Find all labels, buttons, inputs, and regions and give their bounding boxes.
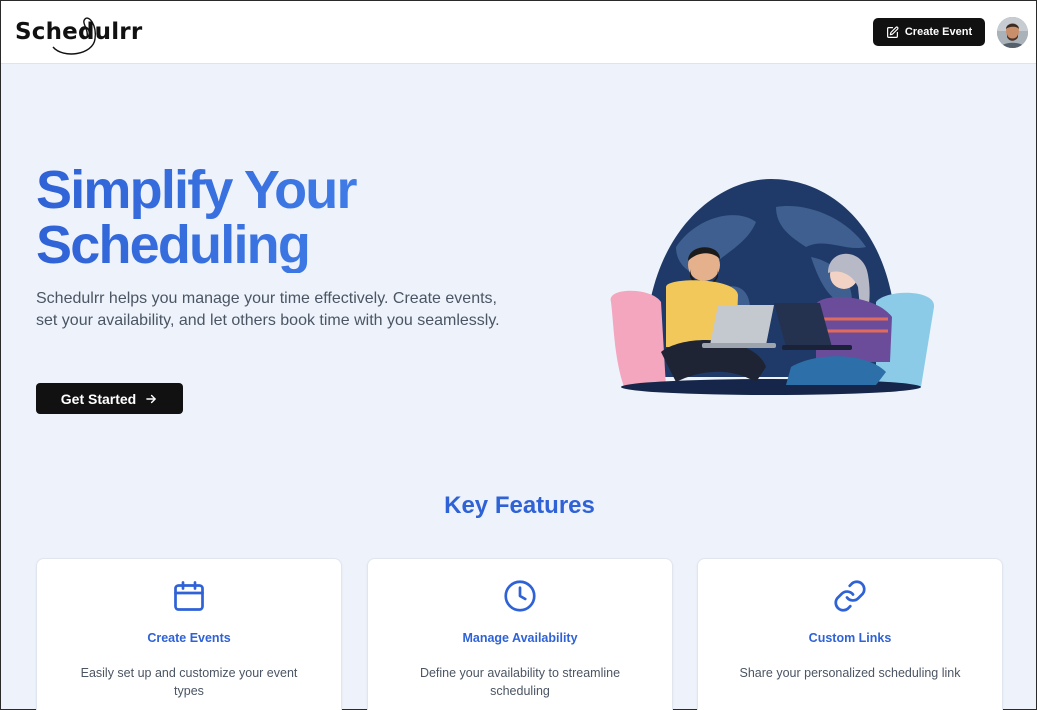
feature-title: Create Events bbox=[147, 631, 231, 645]
feature-title: Custom Links bbox=[808, 631, 892, 645]
calendar-icon bbox=[174, 581, 204, 611]
hero-title-line1: Simplify Your bbox=[36, 160, 356, 220]
logo-swirl-icon bbox=[52, 17, 97, 55]
logo[interactable]: Schedulrr bbox=[15, 13, 142, 55]
clock-icon bbox=[504, 580, 536, 612]
get-started-button[interactable]: Get Started bbox=[36, 383, 183, 414]
hero-description: Schedulrr helps you manage your time eff… bbox=[36, 290, 500, 329]
feature-title: Manage Availability bbox=[462, 631, 578, 645]
hero-illustration bbox=[610, 179, 935, 395]
arrow-right-icon bbox=[146, 394, 157, 403]
edit-icon bbox=[886, 25, 899, 38]
hero-title: Simplify Your Scheduling bbox=[36, 163, 556, 273]
feature-card-custom-links: Custom Links Share your personalized sch… bbox=[697, 558, 1003, 710]
hero-title-line2: Scheduling bbox=[36, 215, 310, 275]
feature-card-create-events: Create Events Easily set up and customiz… bbox=[36, 558, 342, 710]
create-event-label: Create Event bbox=[904, 26, 973, 38]
link-icon bbox=[834, 580, 866, 612]
avatar-image bbox=[997, 17, 1028, 48]
feature-card-manage-availability: Manage Availability Define your availabi… bbox=[367, 558, 673, 710]
feature-description: Define your availability to streamline s… bbox=[419, 666, 621, 698]
feature-description: Easily set up and customize your event t… bbox=[80, 666, 298, 698]
key-features-heading: Key Features bbox=[444, 492, 595, 519]
top-navbar: Schedulrr Create Event bbox=[1, 1, 1036, 64]
create-event-button[interactable]: Create Event bbox=[873, 18, 985, 46]
feature-description: Share your personalized scheduling link bbox=[739, 666, 961, 680]
get-started-label: Get Started bbox=[60, 390, 137, 407]
user-avatar[interactable] bbox=[997, 17, 1028, 48]
